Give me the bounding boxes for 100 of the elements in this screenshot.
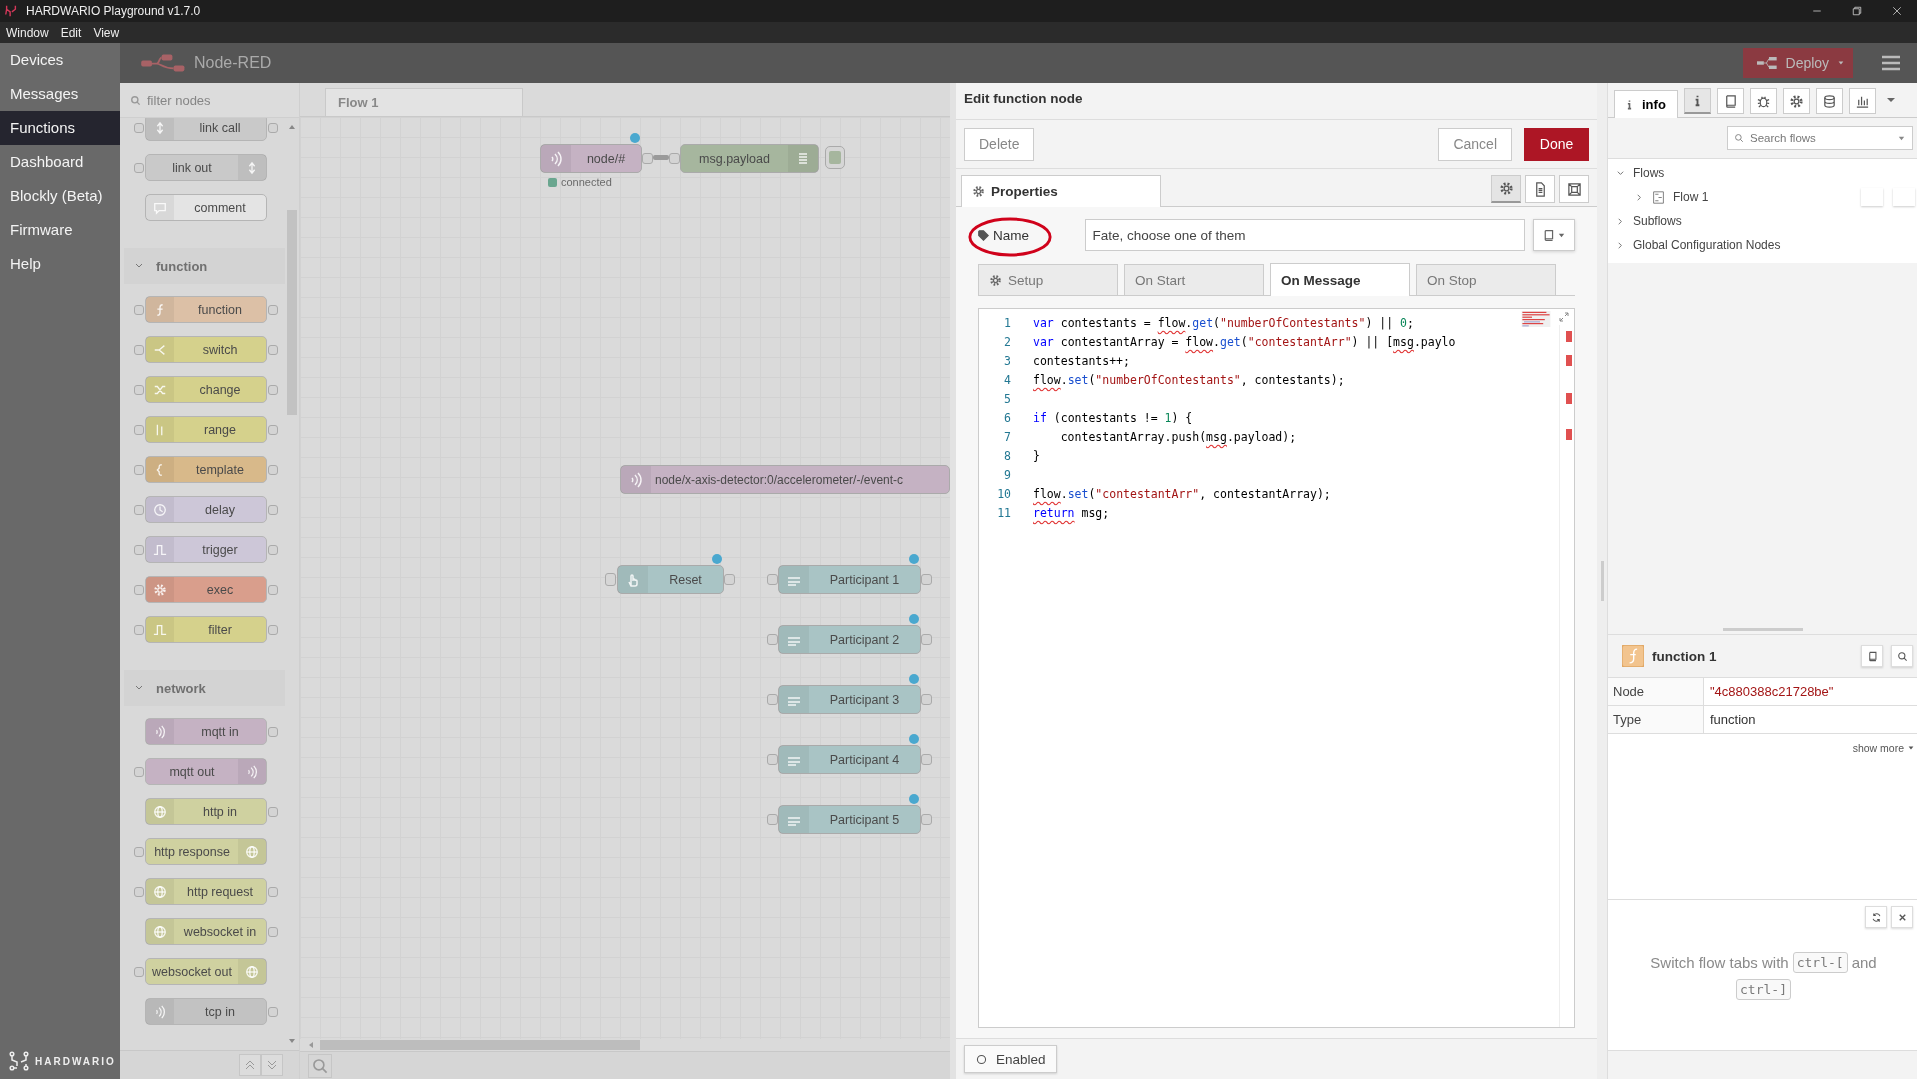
- delete-button[interactable]: Delete: [964, 127, 1035, 161]
- flow-node[interactable]: Participant 1: [778, 565, 921, 594]
- caret-icon[interactable]: [1886, 95, 1896, 105]
- menu-item[interactable]: View: [93, 25, 120, 40]
- editor-tab[interactable]: On Stop: [1416, 264, 1556, 295]
- tree-item[interactable]: Global Configuration Nodes: [1608, 233, 1917, 257]
- palette-node[interactable]: template: [145, 456, 267, 483]
- properties-tab[interactable]: Properties: [961, 175, 1161, 207]
- palette-node[interactable]: link out: [145, 154, 267, 181]
- help-button[interactable]: [1861, 645, 1883, 667]
- palette-node[interactable]: mqtt out: [145, 758, 267, 785]
- library-button[interactable]: [1533, 219, 1575, 251]
- filter-field[interactable]: filter nodes: [145, 91, 279, 109]
- tip-text: Switch flow tabs with: [1650, 954, 1789, 971]
- sidebar-tab[interactable]: info: [1614, 90, 1678, 118]
- debug-toggle-button[interactable]: [825, 146, 845, 169]
- palette-node[interactable]: filter: [145, 616, 267, 643]
- expand-all-icon[interactable]: [261, 1054, 283, 1076]
- show-more-link[interactable]: show more: [1852, 742, 1904, 754]
- flow-node[interactable]: Participant 2: [778, 625, 921, 654]
- toolbar-button[interactable]: [1525, 175, 1555, 203]
- flow-node[interactable]: Reset: [617, 565, 724, 594]
- palette-node[interactable]: change: [145, 376, 267, 403]
- palette-node[interactable]: range: [145, 416, 267, 443]
- brand-name: HARDWARIO: [35, 1055, 116, 1067]
- nav-item[interactable]: Messages: [0, 77, 120, 111]
- code-line: if (contestants != 1) {: [1033, 410, 1193, 425]
- palette-node[interactable]: http in: [145, 798, 267, 825]
- line-number: 9: [1003, 467, 1011, 482]
- toolbar-button[interactable]: [1491, 175, 1521, 203]
- sidebar-button[interactable]: [1717, 88, 1744, 114]
- flow-node[interactable]: Participant 5: [778, 805, 921, 834]
- menu-item[interactable]: Edit: [60, 25, 82, 40]
- code-line: var contestants = flow.get("numberOfContestants") || 0;: [1033, 315, 1414, 330]
- cancel-button[interactable]: Cancel: [1438, 127, 1512, 161]
- search-field[interactable]: Search flows: [1727, 126, 1913, 150]
- sidebar-button[interactable]: [1849, 88, 1876, 114]
- globe-icon: [245, 964, 259, 979]
- search-icon[interactable]: [308, 1053, 332, 1078]
- tree-item[interactable]: Flows: [1608, 161, 1917, 185]
- sidebar-button[interactable]: [1750, 88, 1777, 114]
- editor-tab[interactable]: Setup: [978, 264, 1118, 295]
- palette-node[interactable]: switch: [145, 336, 267, 363]
- collapse-all-icon[interactable]: [239, 1054, 261, 1076]
- close-icon[interactable]: [1891, 5, 1903, 17]
- pulse-icon: [153, 542, 167, 557]
- clock-icon: [153, 502, 167, 517]
- editor-tab[interactable]: On Message: [1270, 263, 1410, 296]
- nav-item[interactable]: Blockly (Beta): [0, 179, 120, 213]
- flow-node[interactable]: Participant 3: [778, 685, 921, 714]
- nav-item[interactable]: Dashboard: [0, 145, 120, 179]
- category-header[interactable]: network: [124, 670, 285, 706]
- palette-node[interactable]: websocket out: [145, 958, 267, 985]
- flow-node[interactable]: node/x-axis-detector:0/accelerometer/-/event-c: [620, 465, 950, 494]
- palette-node[interactable]: http response: [145, 838, 267, 865]
- palette-node[interactable]: function: [145, 296, 267, 323]
- code-line: contestants++;: [1033, 353, 1130, 368]
- menu-item[interactable]: Window: [6, 25, 49, 40]
- signal-icon: [153, 1004, 167, 1019]
- nav-item[interactable]: Firmware: [0, 213, 120, 247]
- menu-icon[interactable]: [1881, 55, 1901, 71]
- tree-item[interactable]: Subflows: [1608, 209, 1917, 233]
- sidebar-button[interactable]: [1783, 88, 1810, 114]
- nav-item[interactable]: Devices: [0, 43, 120, 77]
- scrollbar-thumb[interactable]: [320, 1040, 640, 1050]
- category-header[interactable]: function: [124, 248, 285, 284]
- palette-node[interactable]: trigger: [145, 536, 267, 563]
- flow-node[interactable]: msg.payload: [680, 144, 819, 173]
- sidebar-button[interactable]: [1816, 88, 1843, 114]
- flow-tab[interactable]: Flow 1: [325, 88, 523, 116]
- done-button[interactable]: Done: [1524, 127, 1589, 161]
- refresh-button[interactable]: [1865, 906, 1887, 928]
- palette-node[interactable]: tcp in: [145, 998, 267, 1025]
- flow-node[interactable]: node/#: [540, 144, 642, 173]
- palette-node[interactable]: mqtt in: [145, 718, 267, 745]
- palette-node[interactable]: delay: [145, 496, 267, 523]
- palette-node[interactable]: http request: [145, 878, 267, 905]
- name-field[interactable]: Fate, choose one of them: [1085, 219, 1526, 251]
- editor-tab[interactable]: On Start: [1124, 264, 1264, 295]
- nav-item[interactable]: Functions: [0, 111, 120, 145]
- signal-icon: [628, 471, 644, 488]
- nav-item[interactable]: Help: [0, 247, 120, 281]
- expand-icon[interactable]: [1558, 311, 1570, 323]
- resize-handle[interactable]: [1722, 627, 1803, 631]
- resize-handle[interactable]: [1600, 561, 1604, 601]
- enabled-toggle[interactable]: Enabled: [964, 1045, 1057, 1073]
- palette-node[interactable]: link call: [145, 118, 267, 141]
- toolbar-button[interactable]: [1559, 175, 1589, 203]
- palette-node[interactable]: websocket in: [145, 918, 267, 945]
- reveal-button[interactable]: [1891, 645, 1913, 667]
- signal-icon: [153, 724, 167, 739]
- circle-icon: [975, 1052, 988, 1066]
- flow-node[interactable]: Participant 4: [778, 745, 921, 774]
- close-button[interactable]: [1891, 906, 1913, 928]
- restore-icon[interactable]: [1851, 5, 1863, 17]
- frame-icon: [1566, 181, 1582, 197]
- palette-node[interactable]: exec: [145, 576, 267, 603]
- deploy-button[interactable]: Deploy: [1743, 48, 1853, 78]
- book-icon: [1542, 228, 1556, 242]
- palette-node[interactable]: comment: [145, 194, 267, 221]
